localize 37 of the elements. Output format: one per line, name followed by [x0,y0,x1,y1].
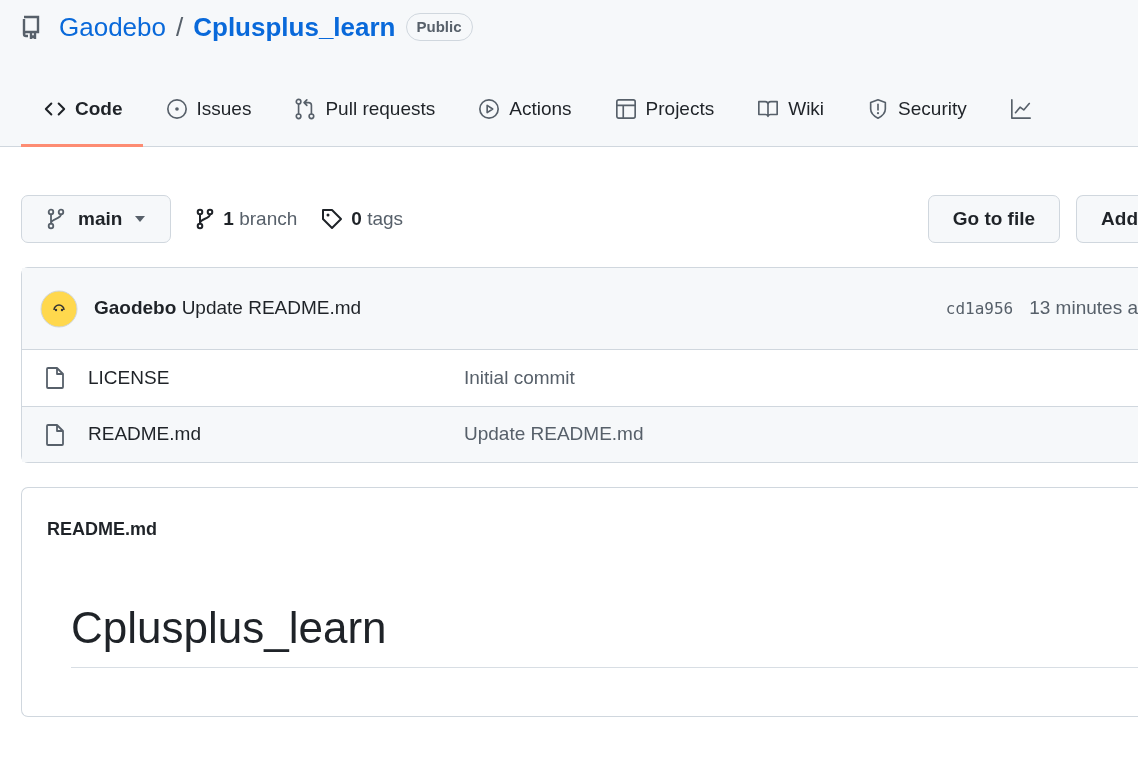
line-chart-icon [1009,98,1032,121]
commit-time: 13 minutes a [1029,296,1138,321]
nav-tab[interactable]: Wiki [734,83,845,147]
play-icon [478,98,501,121]
nav-tab[interactable]: Projects [591,83,735,147]
branches-link[interactable]: 1 branch [195,204,298,234]
commit-message-link[interactable]: Update README.md [464,420,644,449]
file-name-link[interactable]: LICENSE [88,366,170,388]
caret-icon [134,215,147,223]
repo-name-link[interactable]: Cplusplus_learn [193,7,396,47]
file-name-link[interactable]: README.md [88,423,201,445]
branch-icon [195,208,216,230]
nav-tab[interactable]: Actions [455,83,592,147]
pull-request-icon [294,98,317,121]
nav-tab[interactable]: Security [844,83,987,147]
branch-icon [46,208,66,230]
tags-link[interactable]: 0 tags [321,204,404,234]
nav-tab[interactable]: Code [21,83,143,147]
add-file-button[interactable]: Add [1076,195,1138,243]
branch-select-button[interactable]: main [21,195,172,243]
readme-heading: Cplusplus_learn [71,595,1138,668]
commit-sha-link[interactable]: cd1a956 [945,296,1014,321]
tag-icon [321,208,344,230]
nav-tab[interactable]: Pull requests [271,83,456,147]
file-icon [46,367,64,389]
table-icon [614,98,637,121]
avatar-icon [40,289,78,328]
path-separator: / [176,10,184,44]
go-to-file-button[interactable]: Go to file [927,195,1061,243]
commit-message: Gaodebo Update README.md [94,296,362,321]
readme-filename: README.md [47,518,158,541]
commit-message-link[interactable]: Initial commit [464,363,575,393]
file-icon [46,423,64,446]
repo-icon [21,15,41,39]
owner-link[interactable]: Gaodebo [59,7,166,47]
circle-dot-icon [165,98,188,121]
nav-tab[interactable]: Issues [142,83,272,147]
